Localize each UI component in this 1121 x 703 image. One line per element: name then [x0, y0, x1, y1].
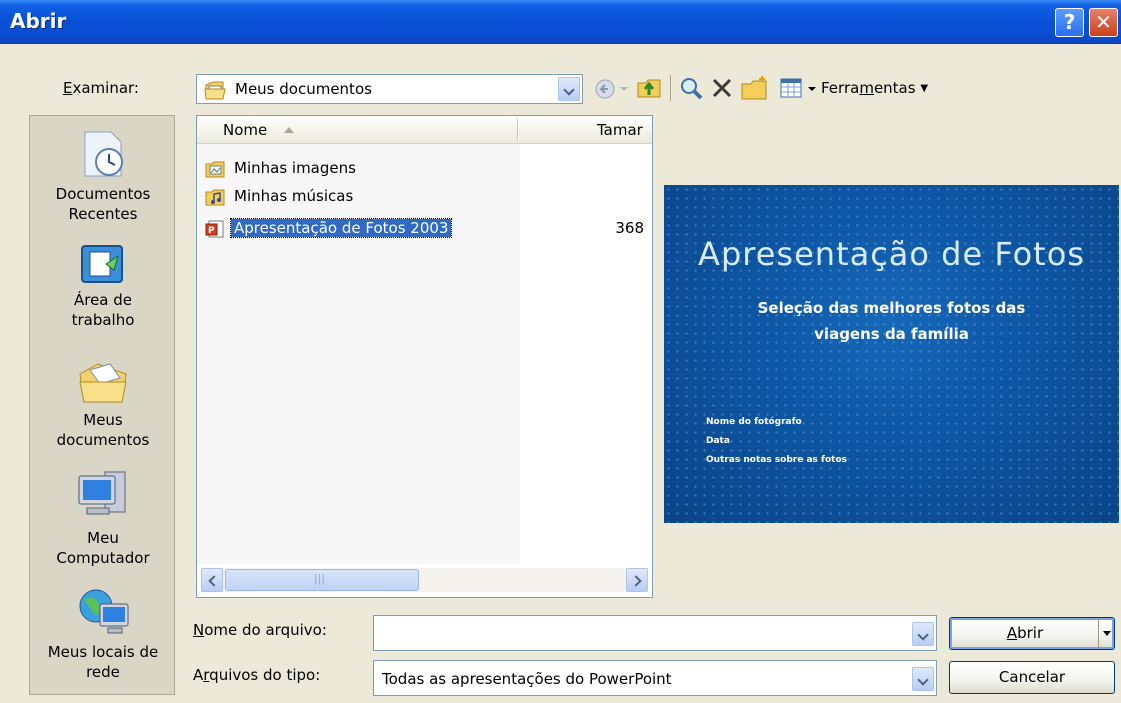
- my-documents-icon: [204, 81, 226, 100]
- preview-title: Apresentação de Fotos: [698, 235, 1085, 273]
- filetype-value: Todas as apresentações do PowerPoint: [382, 670, 672, 688]
- place-label: Meus: [83, 411, 123, 429]
- list-item[interactable]: Minhas imagens: [203, 158, 648, 180]
- filename-input[interactable]: [373, 615, 937, 651]
- place-network[interactable]: Meus locais de rede: [30, 586, 176, 682]
- file-list[interactable]: Nome Tamar Minhas imagens Minhas músicas…: [196, 115, 653, 598]
- filename-dropdown-arrow[interactable]: [912, 622, 934, 646]
- scroll-left-button[interactable]: [201, 568, 223, 592]
- open-dropdown-arrow[interactable]: [1098, 618, 1114, 649]
- place-label: Recentes: [68, 205, 138, 223]
- scroll-right-button[interactable]: [626, 568, 648, 592]
- sort-ascending-icon: [284, 127, 294, 133]
- column-size[interactable]: Tamar: [597, 121, 643, 139]
- file-name: Apresentação de Fotos 2003: [229, 218, 453, 238]
- place-label: Meu: [87, 529, 119, 547]
- title-bar: Abrir ? ✕: [0, 0, 1121, 44]
- help-button[interactable]: ?: [1055, 8, 1084, 37]
- music-folder-icon: [205, 189, 225, 206]
- cancel-button[interactable]: Cancelar: [949, 661, 1115, 694]
- tools-dropdown-icon: ▼: [920, 83, 929, 94]
- file-name: Minhas imagens: [234, 159, 356, 177]
- place-label: Documentos: [55, 185, 151, 203]
- place-label: Área de: [73, 291, 133, 309]
- views-icon[interactable]: [779, 77, 803, 99]
- place-desktop[interactable]: Área de trabalho: [30, 242, 176, 330]
- place-label: Meus locais de: [47, 643, 159, 661]
- preview-line: Nome do fotógrafo: [706, 417, 802, 427]
- tools-menu[interactable]: Ferramentas ▼: [821, 79, 928, 97]
- place-my-documents[interactable]: Meus documentos: [30, 360, 176, 450]
- place-recent-documents[interactable]: Documentos Recentes: [30, 128, 176, 224]
- pictures-folder-icon: [205, 161, 225, 178]
- window-title: Abrir: [10, 9, 67, 33]
- desktop-icon: [81, 245, 123, 283]
- my-documents-icon: [79, 363, 127, 403]
- list-item[interactable]: Minhas músicas: [203, 186, 648, 208]
- column-name[interactable]: Nome: [223, 121, 267, 139]
- lookin-label: Examinar:: [63, 79, 139, 97]
- filetype-dropdown-arrow[interactable]: [912, 667, 934, 691]
- up-folder-icon[interactable]: [636, 75, 664, 101]
- network-places-icon: [79, 589, 129, 634]
- svg-text:P: P: [208, 226, 215, 236]
- lookin-combo[interactable]: Meus documentos: [196, 74, 583, 104]
- filename-label: Nome do arquivo:: [193, 621, 327, 639]
- delete-icon[interactable]: [711, 77, 733, 99]
- powerpoint-file-icon: P: [205, 220, 224, 238]
- place-label: Computador: [56, 549, 150, 567]
- list-item[interactable]: P Apresentação de Fotos 2003 368: [203, 218, 648, 240]
- preview-line: Data: [706, 436, 730, 446]
- places-bar: Documentos Recentes Área de trabalho Meu…: [29, 115, 175, 695]
- column-header: Nome Tamar: [197, 116, 652, 144]
- toolbar-separator: [670, 75, 671, 101]
- place-label: documentos: [56, 431, 150, 449]
- views-dropdown-icon[interactable]: [807, 84, 817, 94]
- search-web-icon[interactable]: [678, 75, 704, 101]
- my-computer-icon: [78, 471, 126, 515]
- back-icon[interactable]: [593, 77, 617, 101]
- column-separator[interactable]: [517, 119, 519, 141]
- preview-subtitle: Seleção das melhores fotos das viagens d…: [757, 299, 1026, 343]
- scroll-thumb[interactable]: [225, 569, 419, 591]
- recent-documents-icon: [84, 131, 123, 177]
- horizontal-scrollbar[interactable]: [201, 568, 648, 592]
- place-label: trabalho: [71, 311, 135, 329]
- open-label: Abrir: [1006, 624, 1044, 642]
- place-my-computer[interactable]: Meu Computador: [30, 468, 176, 568]
- file-name: Minhas músicas: [234, 187, 354, 205]
- preview-pane: Apresentação de Fotos Seleção das melhor…: [664, 185, 1119, 523]
- new-folder-icon[interactable]: [740, 74, 770, 102]
- filetype-select[interactable]: Todas as apresentações do PowerPoint: [373, 660, 937, 696]
- place-label: rede: [86, 663, 120, 681]
- lookin-dropdown-arrow[interactable]: [558, 77, 580, 101]
- lookin-value: Meus documentos: [235, 80, 372, 98]
- back-dropdown-icon[interactable]: [619, 84, 629, 94]
- filetype-label: Arquivos do tipo:: [193, 666, 321, 684]
- close-button[interactable]: ✕: [1089, 8, 1118, 37]
- open-button[interactable]: Abrir: [949, 617, 1115, 650]
- preview-line: Outras notas sobre as fotos: [706, 455, 847, 465]
- file-size: 368: [615, 219, 644, 237]
